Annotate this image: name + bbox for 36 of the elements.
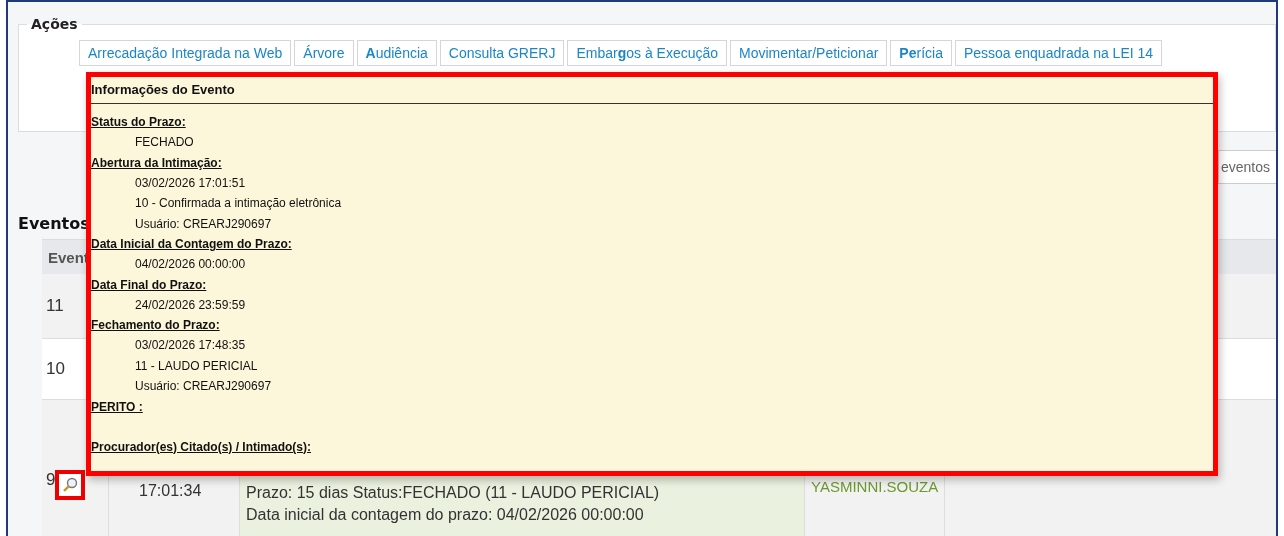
- event-number: 9: [46, 470, 56, 490]
- action-link[interactable]: Arrecadação Integrada na Web: [79, 40, 292, 66]
- action-link[interactable]: Pessoa enquadrada na LEI 14: [954, 40, 1163, 66]
- field-label: Data Inicial da Contagem do Prazo:: [91, 236, 293, 253]
- field-value: FECHADO: [134, 134, 195, 151]
- action-link[interactable]: Embargos à Execução: [567, 40, 728, 66]
- action-link[interactable]: Audiência: [356, 40, 437, 66]
- field-label: Procurador(es) Citado(s) / Intimado(s):: [91, 438, 312, 456]
- field-value: Usuário: CREARJ290697: [134, 378, 273, 395]
- event-description: Prazo: 15 dias Status:FECHADO (11 - LAUDO PERICIAL): [246, 483, 661, 503]
- event-user: YASMINNI.SOUZA: [811, 478, 939, 495]
- field-value: Usuário: CREARJ290697: [134, 215, 273, 233]
- event-time: 17:01:34: [139, 482, 202, 499]
- field-label: Abertura da Intimação:: [91, 154, 223, 172]
- popup-title: Informações do Evento: [91, 79, 1213, 104]
- actions-title: Ações: [30, 16, 79, 32]
- field-value: 24/02/2026 23:59:59: [134, 296, 247, 314]
- field-value: 03/02/2026 17:48:35: [134, 337, 247, 354]
- action-link[interactable]: Árvore: [294, 40, 354, 66]
- search-icon[interactable]: [62, 477, 79, 493]
- action-link[interactable]: Movimentar/Peticionar: [730, 40, 888, 66]
- events-title: Eventos: [18, 214, 90, 233]
- field-label: Data Final do Prazo:: [91, 276, 208, 294]
- action-link[interactable]: Consulta GRERJ: [439, 40, 565, 66]
- event-number: 10: [46, 359, 65, 379]
- event-description: Data inicial da contagem do prazo: 04/02/2026 00:00:00: [246, 505, 645, 525]
- field-label: Fechamento do Prazo:: [91, 317, 221, 334]
- field-value: 11 - LAUDO PERICIAL: [134, 357, 259, 375]
- action-link[interactable]: Perícia: [890, 40, 952, 66]
- field-label: Status do Prazo:: [91, 114, 187, 131]
- event-number: 11: [46, 296, 64, 316]
- field-value: 03/02/2026 17:01:51: [134, 174, 247, 192]
- field-value: 04/02/2026 00:00:00: [134, 256, 247, 273]
- search-field[interactable]: eventos: [1218, 150, 1276, 184]
- field-label: PERITO :: [91, 398, 144, 416]
- field-value: 10 - Confirmada a intimação eletrônica: [134, 195, 343, 212]
